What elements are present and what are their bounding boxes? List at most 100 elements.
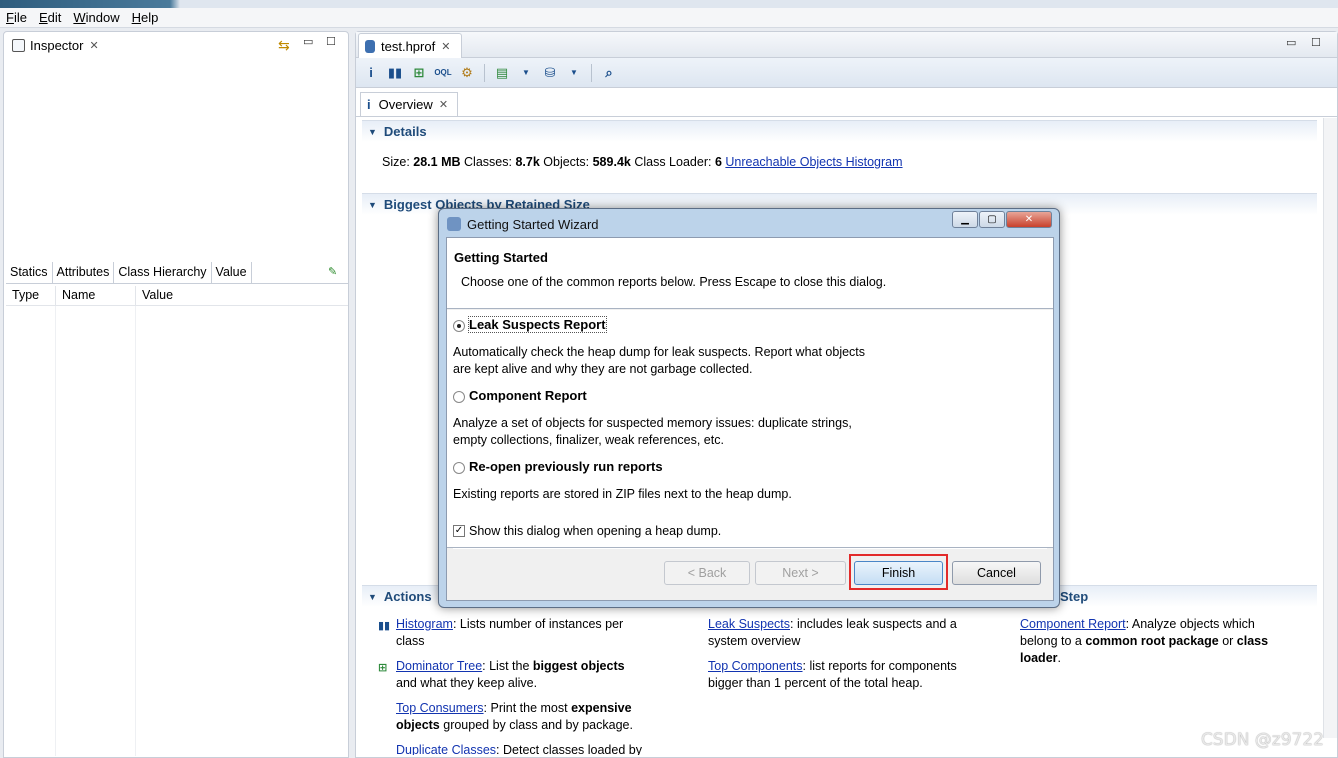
maximize-icon[interactable]: ☐ <box>1311 36 1321 49</box>
inspector-subtabs: Statics Attributes Class Hierarchy Value <box>6 262 348 284</box>
link-with-editor-icon[interactable]: ⇆ <box>278 37 290 54</box>
vertical-scrollbar[interactable] <box>1323 118 1337 738</box>
duplicate-classes-link[interactable]: Duplicate Classes <box>396 743 496 755</box>
radio-leak-suspects[interactable] <box>453 320 465 332</box>
editor-tab-label: test.hprof <box>381 38 436 54</box>
dialog-options: Leak Suspects Report Automatically check… <box>447 310 1053 548</box>
wizard-icon <box>447 217 461 231</box>
menu-window[interactable]: Window <box>73 10 119 25</box>
component-report-link[interactable]: Component Report <box>1020 617 1126 631</box>
getting-started-dialog: Getting Started Wizard ▁ ▢ ✕ Getting Sta… <box>438 208 1060 608</box>
collapse-triangle-icon: ▼ <box>368 199 377 210</box>
show-dialog-checkbox-label[interactable]: Show this dialog when opening a heap dum… <box>469 523 721 540</box>
top-components-link[interactable]: Top Components <box>708 659 803 673</box>
tab-class-hierarchy[interactable]: Class Hierarchy <box>114 262 212 283</box>
desc-line: Analyze a set of objects for suspected m… <box>453 416 852 430</box>
size-value: 28.1 MB <box>413 155 461 169</box>
option-reopen-reports-label[interactable]: Re-open previously run reports <box>469 459 663 474</box>
menu-edit[interactable]: Edit <box>39 10 61 25</box>
info-icon[interactable]: i <box>362 64 380 82</box>
tab-value[interactable]: Value <box>211 262 252 283</box>
desc-line: empty collections, finalizer, weak refer… <box>453 433 724 447</box>
run-report-icon[interactable]: ▤ <box>493 64 511 82</box>
tab-underline <box>356 116 1337 117</box>
inspector-view: Inspector ✕ ⇆ ▭ ☐ Statics Attributes Cla… <box>3 31 349 758</box>
minimize-icon[interactable]: ▭ <box>1286 36 1296 49</box>
close-button[interactable]: ✕ <box>1006 211 1052 228</box>
show-dialog-checkbox[interactable]: ✓ <box>453 525 465 537</box>
desc-line: are kept alive and why they are not garb… <box>453 362 753 376</box>
tab-attributes[interactable]: Attributes <box>52 262 115 283</box>
editor-tab-test-hprof[interactable]: test.hprof ✕ <box>358 33 462 58</box>
next-button[interactable]: Next > <box>755 561 846 585</box>
list-item: Top Consumers: Print the most expensive … <box>378 700 648 734</box>
dominator-tree-icon[interactable]: ⊞ <box>410 64 428 82</box>
column-value[interactable]: Value <box>136 286 216 305</box>
histogram-icon[interactable]: ▮▮ <box>386 64 404 82</box>
finish-highlight-box <box>849 554 948 590</box>
component-report-mid: or <box>1218 634 1237 648</box>
column-type[interactable]: Type <box>6 286 56 305</box>
pin-icon[interactable]: ✎ <box>328 265 337 278</box>
classes-label: Classes: <box>464 155 512 169</box>
editor-toolbar: i ▮▮ ⊞ OQL ⚙ ▤ ▼ ⛁ ▼ ⌕ <box>356 58 1337 88</box>
back-button[interactable]: < Back <box>664 561 750 585</box>
oql-icon[interactable]: OQL <box>434 64 452 82</box>
close-icon[interactable]: ✕ <box>441 40 450 53</box>
toolbar-separator <box>484 63 485 82</box>
histogram-link[interactable]: Histogram <box>396 617 453 631</box>
tab-statics[interactable]: Statics <box>6 262 53 283</box>
watermark: CSDN @z9722 <box>1200 730 1324 750</box>
maximize-icon[interactable]: ☐ <box>326 35 336 48</box>
menu-bar: File Edit Window Help <box>0 8 1338 28</box>
maximize-button[interactable]: ▢ <box>979 211 1005 228</box>
inspector-title: Inspector <box>30 37 84 53</box>
details-heading: Details <box>383 124 427 139</box>
chevron-down-icon[interactable]: ▼ <box>565 64 583 82</box>
option-leak-suspects-desc: Automatically check the heap dump for le… <box>453 344 865 378</box>
details-section: ▼ Details Size: 28.1 MB Classes: 8.7k Ob… <box>362 120 1317 180</box>
minimize-button[interactable]: ▁ <box>952 211 978 228</box>
inspector-icon <box>12 38 25 52</box>
size-label: Size: <box>382 155 410 169</box>
settings-gear-icon[interactable]: ⚙ <box>458 64 476 82</box>
close-icon[interactable]: ✕ <box>439 98 448 111</box>
list-item: ⊞ Dominator Tree: List the biggest objec… <box>378 658 648 692</box>
details-header[interactable]: ▼ Details <box>362 120 1317 142</box>
actions-column-1: ▮▮ Histogram: Lists number of instances … <box>378 616 648 755</box>
component-report-bold1: common root package <box>1085 634 1219 648</box>
search-icon[interactable]: ⌕ <box>600 64 618 82</box>
query-browser-icon[interactable]: ⛁ <box>541 64 559 82</box>
radio-component-report[interactable] <box>453 391 465 403</box>
option-reopen-reports-desc: Existing reports are stored in ZIP files… <box>453 487 792 501</box>
classes-value: 8.7k <box>515 155 540 169</box>
dialog-header-title: Getting Started <box>454 250 548 265</box>
toolbar-separator <box>591 63 592 82</box>
editor-tabbar: test.hprof ✕ ▭ ☐ <box>356 32 1337 58</box>
list-item: Leak Suspects: includes leak suspects an… <box>708 616 978 650</box>
close-icon[interactable]: ✕ <box>89 39 98 52</box>
menu-help[interactable]: Help <box>132 10 159 25</box>
column-name[interactable]: Name <box>56 286 136 305</box>
actions-column-3: Component Report: Analyze objects which … <box>1020 616 1290 675</box>
info-icon: i <box>367 97 371 112</box>
inspector-tab[interactable]: Inspector ✕ <box>6 33 105 57</box>
column-divider <box>55 306 56 756</box>
actions-column-2: Leak Suspects: includes leak suspects an… <box>708 616 978 700</box>
cancel-button[interactable]: Cancel <box>952 561 1041 585</box>
list-item: Top Components: list reports for compone… <box>708 658 978 692</box>
dominator-tree-link[interactable]: Dominator Tree <box>396 659 482 673</box>
radio-reopen-reports[interactable] <box>453 462 465 474</box>
option-leak-suspects-label[interactable]: Leak Suspects Report <box>468 316 607 333</box>
tab-overview[interactable]: i Overview ✕ <box>360 92 458 116</box>
top-consumers-link[interactable]: Top Consumers <box>396 701 484 715</box>
chevron-down-icon[interactable]: ▼ <box>517 64 535 82</box>
leak-suspects-link[interactable]: Leak Suspects <box>708 617 790 631</box>
dominator-desc-bold: biggest objects <box>532 659 625 673</box>
menu-file[interactable]: File <box>6 10 27 25</box>
dominator-tree-icon: ⊞ <box>378 662 388 674</box>
unreachable-objects-histogram-link[interactable]: Unreachable Objects Histogram <box>725 155 902 169</box>
divider <box>453 548 1047 549</box>
minimize-icon[interactable]: ▭ <box>303 35 313 48</box>
option-component-report-label[interactable]: Component Report <box>469 388 587 403</box>
